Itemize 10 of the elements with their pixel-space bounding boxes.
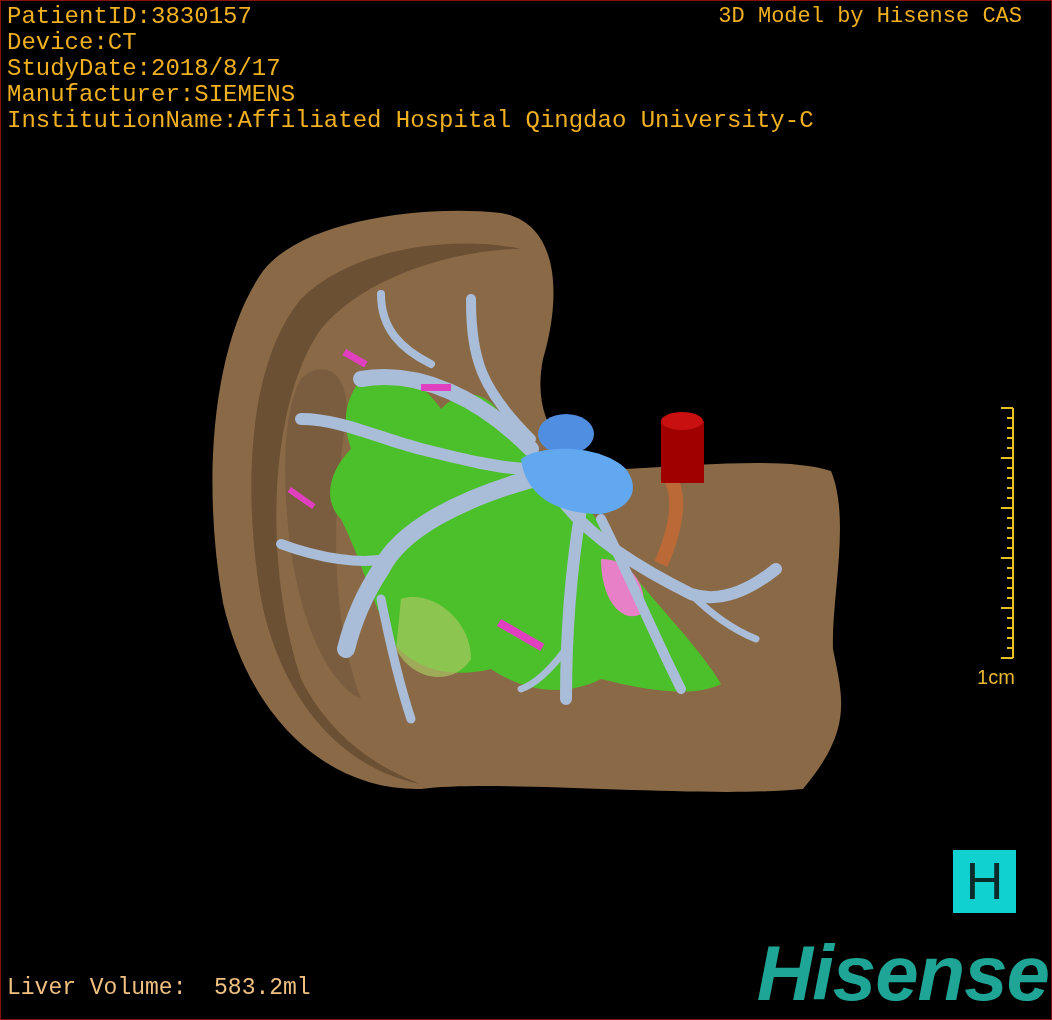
logo-mark: H: [953, 850, 1016, 913]
model-title: 3D Model by Hisense CAS: [718, 4, 1022, 30]
info-line: StudyDate:2018/8/17: [7, 56, 281, 82]
scale-label: 1cm: [977, 666, 1015, 688]
info-line: InstitutionName:Affiliated Hospital Qingdao University-C: [7, 108, 814, 134]
brand-name: Hisense: [756, 933, 1049, 1013]
info-line: Device:CT: [7, 30, 137, 56]
liver-volume-text: Liver Volume: 583.2ml: [7, 973, 311, 1003]
info-line: PatientID:3830157: [7, 4, 252, 30]
info-line: Manufacturer:SIEMENS: [7, 82, 296, 108]
